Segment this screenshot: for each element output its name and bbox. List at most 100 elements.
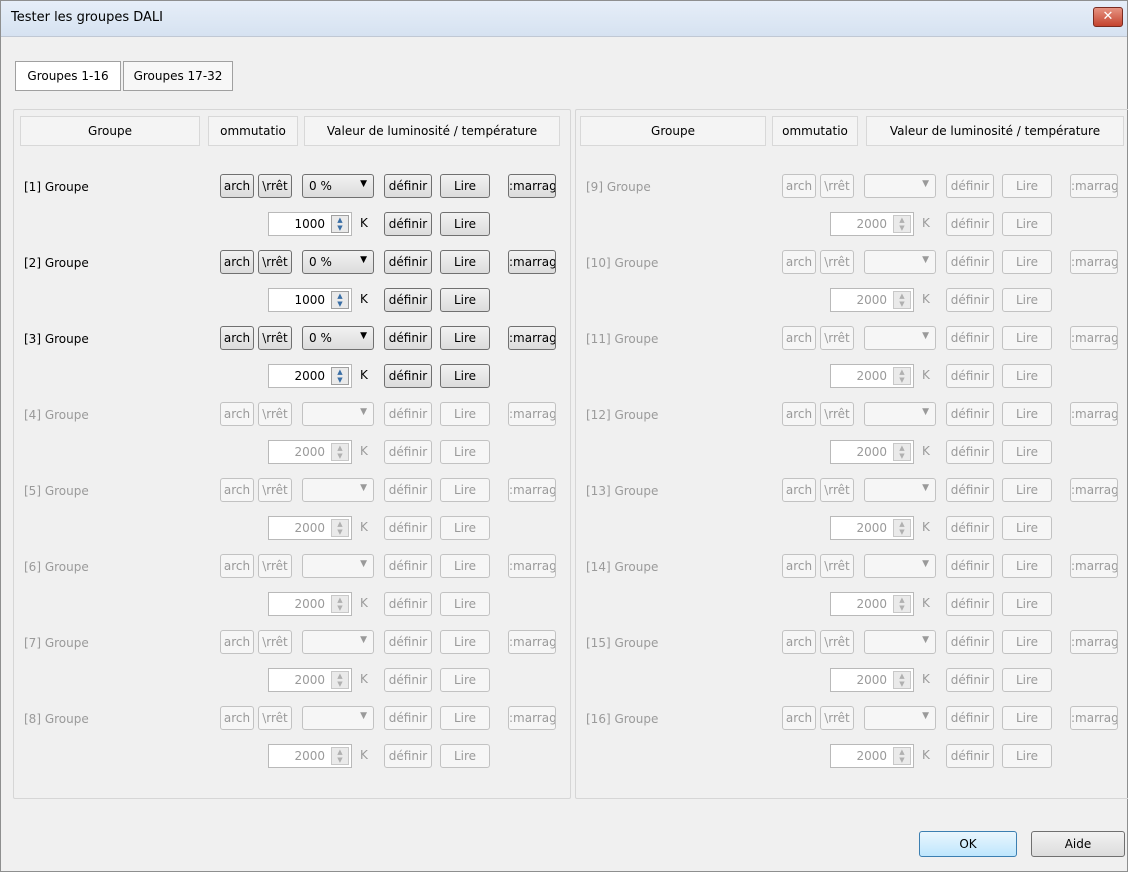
help-button[interactable]: Aide <box>1031 831 1125 857</box>
switch-on-button[interactable]: arch <box>220 326 254 350</box>
temperature-input[interactable]: 2000 ▲ ▼ <box>830 744 914 768</box>
read-temperature-button[interactable]: Lire <box>440 212 490 236</box>
temperature-spinner[interactable]: ▲ ▼ <box>893 291 911 309</box>
start-button[interactable]: :marrag <box>508 706 556 730</box>
temperature-spinner[interactable]: ▲ ▼ <box>331 747 349 765</box>
start-button[interactable]: :marrag <box>1070 402 1118 426</box>
temperature-spinner[interactable]: ▲ ▼ <box>893 747 911 765</box>
temperature-spinner[interactable]: ▲ ▼ <box>331 671 349 689</box>
set-level-button[interactable]: définir <box>384 706 432 730</box>
temperature-input[interactable]: 2000 ▲ ▼ <box>268 440 352 464</box>
switch-on-button[interactable]: arch <box>782 630 816 654</box>
temperature-spinner[interactable]: ▲ ▼ <box>331 367 349 385</box>
read-level-button[interactable]: Lire <box>1002 174 1052 198</box>
temperature-input[interactable]: 2000 ▲ ▼ <box>830 592 914 616</box>
level-dropdown[interactable]: 0 % ▼ <box>302 250 374 274</box>
set-temperature-button[interactable]: définir <box>384 744 432 768</box>
temperature-spinner[interactable]: ▲ ▼ <box>893 519 911 537</box>
spin-down-icon[interactable]: ▼ <box>332 528 348 536</box>
read-temperature-button[interactable]: Lire <box>440 744 490 768</box>
read-temperature-button[interactable]: Lire <box>1002 364 1052 388</box>
set-temperature-button[interactable]: définir <box>384 212 432 236</box>
spin-down-icon[interactable]: ▼ <box>894 376 910 384</box>
temperature-spinner[interactable]: ▲ ▼ <box>893 595 911 613</box>
switch-on-button[interactable]: arch <box>220 630 254 654</box>
read-temperature-button[interactable]: Lire <box>1002 440 1052 464</box>
switch-off-button[interactable]: \rrêt <box>820 174 854 198</box>
start-button[interactable]: :marrag <box>1070 174 1118 198</box>
read-level-button[interactable]: Lire <box>1002 706 1052 730</box>
level-dropdown[interactable]: ▼ <box>864 402 936 426</box>
spin-up-icon[interactable]: ▲ <box>332 596 348 604</box>
spin-up-icon[interactable]: ▲ <box>894 520 910 528</box>
set-temperature-button[interactable]: définir <box>946 668 994 692</box>
level-dropdown[interactable]: ▼ <box>864 250 936 274</box>
start-button[interactable]: :marrag <box>508 554 556 578</box>
temperature-spinner[interactable]: ▲ ▼ <box>331 291 349 309</box>
read-level-button[interactable]: Lire <box>440 630 490 654</box>
read-level-button[interactable]: Lire <box>440 402 490 426</box>
level-dropdown[interactable]: ▼ <box>302 478 374 502</box>
switch-on-button[interactable]: arch <box>782 478 816 502</box>
start-button[interactable]: :marrag <box>1070 326 1118 350</box>
spin-down-icon[interactable]: ▼ <box>894 528 910 536</box>
switch-off-button[interactable]: \rrêt <box>258 250 292 274</box>
level-dropdown[interactable]: 0 % ▼ <box>302 174 374 198</box>
spin-up-icon[interactable]: ▲ <box>332 520 348 528</box>
set-temperature-button[interactable]: définir <box>946 592 994 616</box>
read-temperature-button[interactable]: Lire <box>1002 212 1052 236</box>
switch-on-button[interactable]: arch <box>782 174 816 198</box>
switch-on-button[interactable]: arch <box>220 250 254 274</box>
start-button[interactable]: :marrag <box>1070 250 1118 274</box>
spin-up-icon[interactable]: ▲ <box>894 672 910 680</box>
temperature-input[interactable]: 2000 ▲ ▼ <box>268 516 352 540</box>
switch-off-button[interactable]: \rrêt <box>258 630 292 654</box>
set-level-button[interactable]: définir <box>946 630 994 654</box>
switch-on-button[interactable]: arch <box>782 402 816 426</box>
spin-up-icon[interactable]: ▲ <box>332 748 348 756</box>
switch-off-button[interactable]: \rrêt <box>258 402 292 426</box>
spin-down-icon[interactable]: ▼ <box>332 452 348 460</box>
temperature-input[interactable]: 1000 ▲ ▼ <box>268 212 352 236</box>
level-dropdown[interactable]: ▼ <box>864 478 936 502</box>
set-temperature-button[interactable]: définir <box>384 592 432 616</box>
temperature-input[interactable]: 2000 ▲ ▼ <box>268 668 352 692</box>
level-dropdown[interactable]: ▼ <box>864 554 936 578</box>
temperature-input[interactable]: 2000 ▲ ▼ <box>268 364 352 388</box>
start-button[interactable]: :marrag <box>508 478 556 502</box>
read-level-button[interactable]: Lire <box>1002 250 1052 274</box>
read-temperature-button[interactable]: Lire <box>440 364 490 388</box>
switch-on-button[interactable]: arch <box>220 706 254 730</box>
switch-on-button[interactable]: arch <box>782 250 816 274</box>
switch-off-button[interactable]: \rrêt <box>258 478 292 502</box>
set-temperature-button[interactable]: définir <box>946 288 994 312</box>
read-temperature-button[interactable]: Lire <box>1002 668 1052 692</box>
tab-groups-1-16[interactable]: Groupes 1-16 <box>15 61 121 91</box>
read-level-button[interactable]: Lire <box>1002 478 1052 502</box>
temperature-input[interactable]: 2000 ▲ ▼ <box>830 212 914 236</box>
level-dropdown[interactable]: ▼ <box>864 706 936 730</box>
switch-off-button[interactable]: \rrêt <box>820 402 854 426</box>
spin-down-icon[interactable]: ▼ <box>894 224 910 232</box>
read-temperature-button[interactable]: Lire <box>440 440 490 464</box>
read-level-button[interactable]: Lire <box>1002 326 1052 350</box>
read-level-button[interactable]: Lire <box>1002 554 1052 578</box>
set-level-button[interactable]: définir <box>384 630 432 654</box>
spin-down-icon[interactable]: ▼ <box>332 224 348 232</box>
close-button[interactable]: ✕ <box>1093 7 1123 27</box>
set-level-button[interactable]: définir <box>384 402 432 426</box>
switch-off-button[interactable]: \rrêt <box>820 630 854 654</box>
read-level-button[interactable]: Lire <box>440 478 490 502</box>
set-level-button[interactable]: définir <box>946 402 994 426</box>
set-level-button[interactable]: définir <box>384 554 432 578</box>
spin-down-icon[interactable]: ▼ <box>332 376 348 384</box>
switch-off-button[interactable]: \rrêt <box>820 250 854 274</box>
ok-button[interactable]: OK <box>919 831 1017 857</box>
set-level-button[interactable]: définir <box>946 478 994 502</box>
temperature-spinner[interactable]: ▲ ▼ <box>893 443 911 461</box>
switch-on-button[interactable]: arch <box>782 706 816 730</box>
spin-up-icon[interactable]: ▲ <box>332 216 348 224</box>
switch-on-button[interactable]: arch <box>782 326 816 350</box>
start-button[interactable]: :marrag <box>1070 478 1118 502</box>
temperature-input[interactable]: 2000 ▲ ▼ <box>830 364 914 388</box>
